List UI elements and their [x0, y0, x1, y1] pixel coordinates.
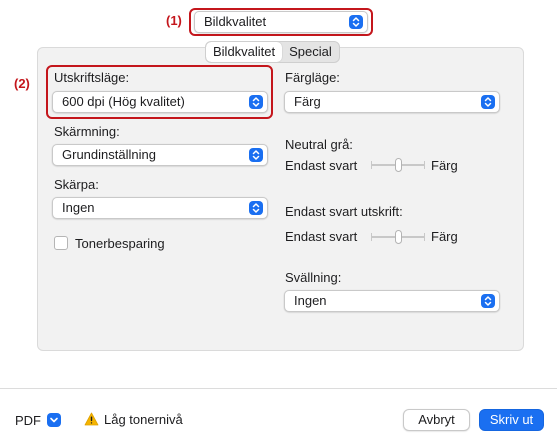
color-mode-value: Färg — [294, 94, 321, 109]
tab-bar: Bildkvalitet Special — [205, 41, 340, 63]
settings-category-popup[interactable]: Bildkvalitet — [194, 11, 368, 33]
chevron-down-icon — [47, 413, 61, 427]
chevron-updown-icon — [349, 15, 363, 29]
slider-knob[interactable] — [395, 158, 402, 172]
toner-save-label: Tonerbesparing — [75, 236, 165, 251]
black-only-slider[interactable] — [371, 230, 425, 244]
smoothing-label: Svällning: — [285, 270, 342, 285]
screening-value: Grundinställning — [62, 147, 156, 162]
pdf-label: PDF — [15, 412, 41, 428]
slider-knob[interactable] — [395, 230, 402, 244]
black-only-min-label: Endast svart — [285, 229, 358, 244]
smoothing-value: Ingen — [294, 293, 327, 308]
black-only-label: Endast svart utskrift: — [285, 204, 403, 219]
neutral-gray-max-label: Färg — [431, 158, 458, 173]
toner-save-checkbox[interactable] — [54, 236, 68, 250]
slider-tick — [424, 233, 425, 241]
black-only-max-label: Färg — [431, 229, 458, 244]
print-mode-value: 600 dpi (Hög kvalitet) — [62, 94, 185, 109]
color-mode-popup[interactable]: Färg — [284, 91, 500, 113]
sharpness-label: Skärpa: — [54, 177, 99, 192]
print-mode-label: Utskriftsläge: — [54, 70, 130, 85]
neutral-gray-label: Neutral grå: — [285, 137, 353, 152]
slider-tick — [371, 161, 372, 169]
chevron-updown-icon — [249, 201, 263, 215]
low-toner-warning-text: Låg tonernivå — [104, 412, 183, 427]
print-mode-popup[interactable]: 600 dpi (Hög kvalitet) — [52, 91, 268, 113]
sharpness-value: Ingen — [62, 200, 95, 215]
screening-label: Skärmning: — [54, 124, 120, 139]
slider-tick — [424, 161, 425, 169]
chevron-updown-icon — [249, 148, 263, 162]
smoothing-popup[interactable]: Ingen — [284, 290, 500, 312]
chevron-updown-icon — [481, 95, 495, 109]
warning-triangle-icon — [84, 412, 99, 426]
pdf-menu-button[interactable]: PDF — [15, 409, 61, 431]
tab-bildkvalitet[interactable]: Bildkvalitet — [206, 42, 283, 62]
neutral-gray-min-label: Endast svart — [285, 158, 358, 173]
slider-tick — [371, 233, 372, 241]
settings-category-value: Bildkvalitet — [204, 14, 267, 29]
chevron-updown-icon — [249, 95, 263, 109]
callout-1-label: (1) — [166, 13, 182, 28]
footer-divider — [0, 388, 557, 389]
color-mode-label: Färgläge: — [285, 70, 340, 85]
callout-2-label: (2) — [14, 76, 30, 91]
print-button[interactable]: Skriv ut — [479, 409, 544, 431]
tab-special[interactable]: Special — [282, 42, 339, 62]
screening-popup[interactable]: Grundinställning — [52, 144, 268, 166]
cancel-button[interactable]: Avbryt — [403, 409, 470, 431]
sharpness-popup[interactable]: Ingen — [52, 197, 268, 219]
chevron-updown-icon — [481, 294, 495, 308]
neutral-gray-slider[interactable] — [371, 158, 425, 172]
